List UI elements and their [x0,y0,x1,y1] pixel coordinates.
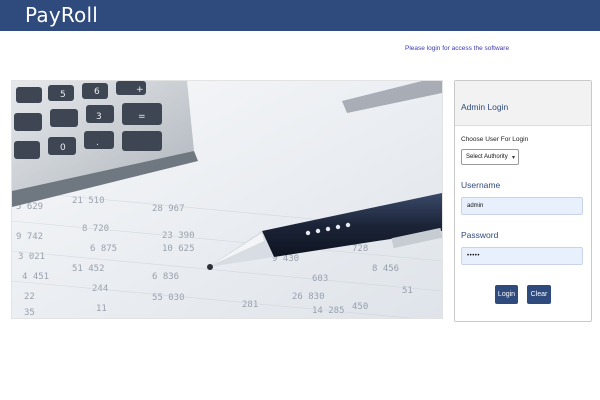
svg-text:281: 281 [242,300,258,310]
svg-text:450: 450 [352,302,368,312]
login-panel-title: Admin Login [455,81,591,126]
login-button[interactable]: Login [495,285,518,304]
hero-image: 5 62921 51028 967 9 7428 72023 390 3 021… [11,80,443,319]
svg-text:=: = [138,112,146,122]
brand-logo[interactable]: PayRoll [25,3,98,27]
authority-select[interactable]: Select Authority ▾ [461,149,519,165]
svg-text:11: 11 [96,304,107,314]
svg-text:35: 35 [24,308,35,318]
svg-text:3: 3 [96,112,102,122]
login-notice: Please login for access the software [405,45,510,52]
svg-text:10 625: 10 625 [162,244,195,254]
svg-text:21 510: 21 510 [72,196,105,206]
top-navbar: PayRoll [0,0,600,31]
svg-text:5: 5 [60,90,66,100]
username-label: Username [461,180,501,190]
svg-text:4 451: 4 451 [22,272,49,282]
username-field[interactable]: admin [461,197,583,215]
svg-text:+: + [136,85,144,95]
svg-text:8 456: 8 456 [372,264,399,274]
svg-text:22: 22 [24,292,35,302]
calculator-pen-photo-icon: 5 62921 51028 967 9 7428 72023 390 3 021… [12,81,442,318]
choose-user-label: Choose User For Login [461,136,529,143]
svg-text:728: 728 [352,244,368,254]
svg-text:26 830: 26 830 [292,292,325,302]
authority-select-value: Select Authority [466,154,508,160]
svg-text:0: 0 [60,143,66,153]
svg-text:51 452: 51 452 [72,264,105,274]
login-panel: Admin Login Choose User For Login Select… [454,80,592,322]
svg-text:6: 6 [94,87,100,97]
password-label: Password [461,230,499,240]
svg-text:6 875: 6 875 [90,244,117,254]
svg-text:9 742: 9 742 [16,232,43,242]
svg-text:23 390: 23 390 [162,231,195,241]
chevron-down-icon: ▾ [511,155,515,161]
svg-text:.: . [96,138,99,148]
clear-button[interactable]: Clear [527,285,551,304]
password-field[interactable]: ••••• [461,247,583,265]
svg-text:14 285: 14 285 [312,306,345,316]
svg-text:6 836: 6 836 [152,272,179,282]
